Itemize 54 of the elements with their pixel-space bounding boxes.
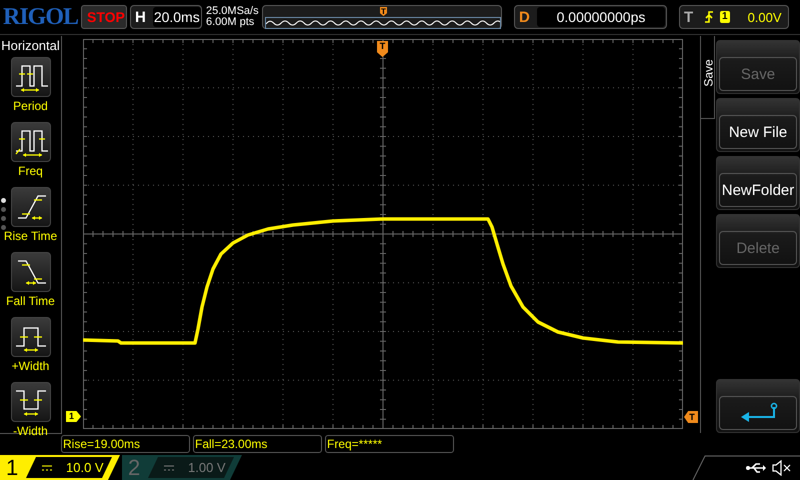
menu-button[interactable]: NewFolder bbox=[716, 156, 800, 210]
measurement-readout: Rise=19.00ms bbox=[61, 435, 190, 453]
measure-label: Rise Time bbox=[4, 229, 58, 243]
channel-marker[interactable]: 1 bbox=[66, 411, 81, 422]
measure-label: Fall Time bbox=[6, 294, 55, 308]
timebase-panel[interactable]: H 20.0ms bbox=[130, 5, 202, 29]
dc-coupling-icon bbox=[164, 464, 174, 470]
trigger-position-marker: T bbox=[380, 7, 387, 16]
sample-rate: 25.0MSa/s bbox=[206, 6, 256, 17]
delay-value: 0.00000000ps bbox=[537, 7, 665, 27]
measure-label: +Width bbox=[12, 359, 50, 373]
muted-speaker-icon bbox=[772, 460, 791, 476]
delay-panel[interactable]: D 0.00000000ps bbox=[514, 5, 667, 29]
channel-number: 2 bbox=[128, 454, 142, 480]
measure-label: -Width bbox=[13, 424, 48, 438]
page-dot[interactable] bbox=[1, 198, 6, 203]
channel-tab[interactable]: 2 1.00 V bbox=[122, 455, 242, 480]
back-button[interactable] bbox=[716, 379, 800, 434]
measurement-readout: Freq=***** bbox=[325, 435, 454, 453]
timebase-label: H bbox=[135, 8, 147, 26]
trigger-source: 1 bbox=[720, 11, 730, 23]
usb-icon bbox=[746, 462, 766, 472]
trigger-label: T bbox=[684, 8, 694, 26]
measure-button[interactable] bbox=[10, 382, 50, 422]
menu-title: Horizontal bbox=[0, 37, 61, 53]
timebase-value: 20.0ms bbox=[152, 7, 201, 27]
waveform-overview-icon bbox=[265, 17, 501, 29]
measure-button[interactable] bbox=[10, 57, 50, 97]
page-dot[interactable] bbox=[1, 216, 6, 221]
measurement-readout: Fall=23.00ms bbox=[193, 435, 322, 453]
page-dot[interactable] bbox=[1, 207, 6, 212]
brand-logo: RIGOL bbox=[3, 4, 80, 30]
dc-coupling-icon bbox=[42, 464, 52, 470]
measure-button[interactable] bbox=[10, 122, 50, 162]
measure-label: Period bbox=[13, 99, 48, 113]
menu-title: Save bbox=[702, 59, 716, 87]
measure-button[interactable] bbox=[10, 317, 50, 357]
menu-button[interactable]: New File bbox=[716, 98, 800, 152]
rising-edge-icon bbox=[704, 10, 714, 24]
run-stop-button[interactable]: STOP bbox=[81, 5, 127, 29]
memory-depth: 6.00M pts bbox=[206, 17, 256, 28]
delay-label: D bbox=[519, 8, 531, 26]
trigger-position-marker[interactable]: T bbox=[377, 41, 388, 57]
channel-tab[interactable]: 1 10.0 V bbox=[0, 455, 120, 480]
measure-button[interactable] bbox=[10, 252, 50, 292]
channel-scale: 10.0 V bbox=[66, 460, 104, 475]
trigger-level: 0.00V bbox=[748, 10, 782, 24]
page-dot[interactable] bbox=[1, 225, 6, 230]
channel-number: 1 bbox=[6, 454, 20, 480]
trigger-level-marker[interactable]: T bbox=[684, 411, 698, 423]
channel-scale: 1.00 V bbox=[188, 460, 226, 475]
measure-label: Freq bbox=[18, 164, 43, 178]
measure-button[interactable] bbox=[10, 187, 50, 227]
trigger-panel[interactable]: T 1 0.00V bbox=[679, 5, 789, 29]
